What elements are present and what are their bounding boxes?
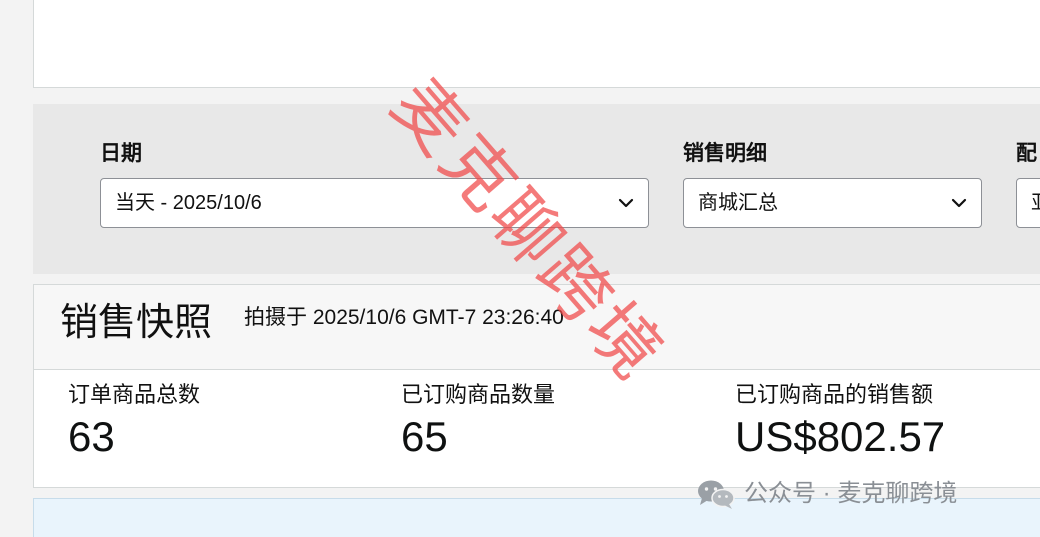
date-select-value: 当天 - 2025/10/6 <box>115 192 262 214</box>
filter-bar: 日期 当天 - 2025/10/6 销售明细 商城汇总 配 亚 <box>33 104 1040 274</box>
wechat-icon <box>698 480 735 509</box>
wechat-official-account-badge: 公众号 · 麦克聊跨境 <box>696 476 957 512</box>
metric-label: 已订购商品数量 <box>401 382 556 407</box>
metric-ordered-sales: 已订购商品的销售额 US$802.57 <box>735 380 945 462</box>
wechat-badge-text: 公众号 · 麦克聊跨境 <box>744 480 958 507</box>
metric-label: 订单商品总数 <box>68 382 201 407</box>
sales-breakdown-label: 销售明细 <box>683 142 767 165</box>
sales-dashboard-page: 日期 当天 - 2025/10/6 销售明细 商城汇总 配 亚 <box>0 0 1040 537</box>
sales-breakdown-filter: 销售明细 商城汇总 <box>683 142 982 228</box>
metric-label: 已订购商品的销售额 <box>735 382 934 407</box>
fulfillment-select[interactable]: 亚 <box>1016 178 1040 228</box>
date-filter: 日期 当天 - 2025/10/6 <box>100 142 649 228</box>
snapshot-timestamp: 拍摄于 2025/10/6 GMT-7 23:26:40 <box>244 306 564 329</box>
metric-order-items: 订单商品总数 63 <box>68 380 200 462</box>
chevron-down-icon <box>951 198 967 208</box>
date-select[interactable]: 当天 - 2025/10/6 <box>100 178 649 228</box>
sales-breakdown-value: 商城汇总 <box>698 192 778 214</box>
top-panel <box>33 0 1040 88</box>
fulfillment-select-value: 亚 <box>1031 192 1040 214</box>
date-filter-label: 日期 <box>100 142 142 165</box>
snapshot-title: 销售快照 <box>60 302 213 344</box>
metric-units-ordered: 已订购商品数量 65 <box>401 380 555 462</box>
sales-breakdown-select[interactable]: 商城汇总 <box>683 178 982 228</box>
fulfillment-filter-label: 配 <box>1016 142 1037 165</box>
fulfillment-filter: 配 亚 <box>1016 142 1040 228</box>
metric-value: 63 <box>68 413 115 460</box>
metric-value: US$802.57 <box>735 413 946 460</box>
metric-value: 65 <box>401 413 448 460</box>
sales-snapshot-metrics: 订单商品总数 63 已订购商品数量 65 已订购商品的销售额 US$802.57 <box>33 370 1040 488</box>
chevron-down-icon <box>618 198 634 208</box>
sales-snapshot-header: 销售快照 拍摄于 2025/10/6 GMT-7 23:26:40 <box>33 284 1040 370</box>
